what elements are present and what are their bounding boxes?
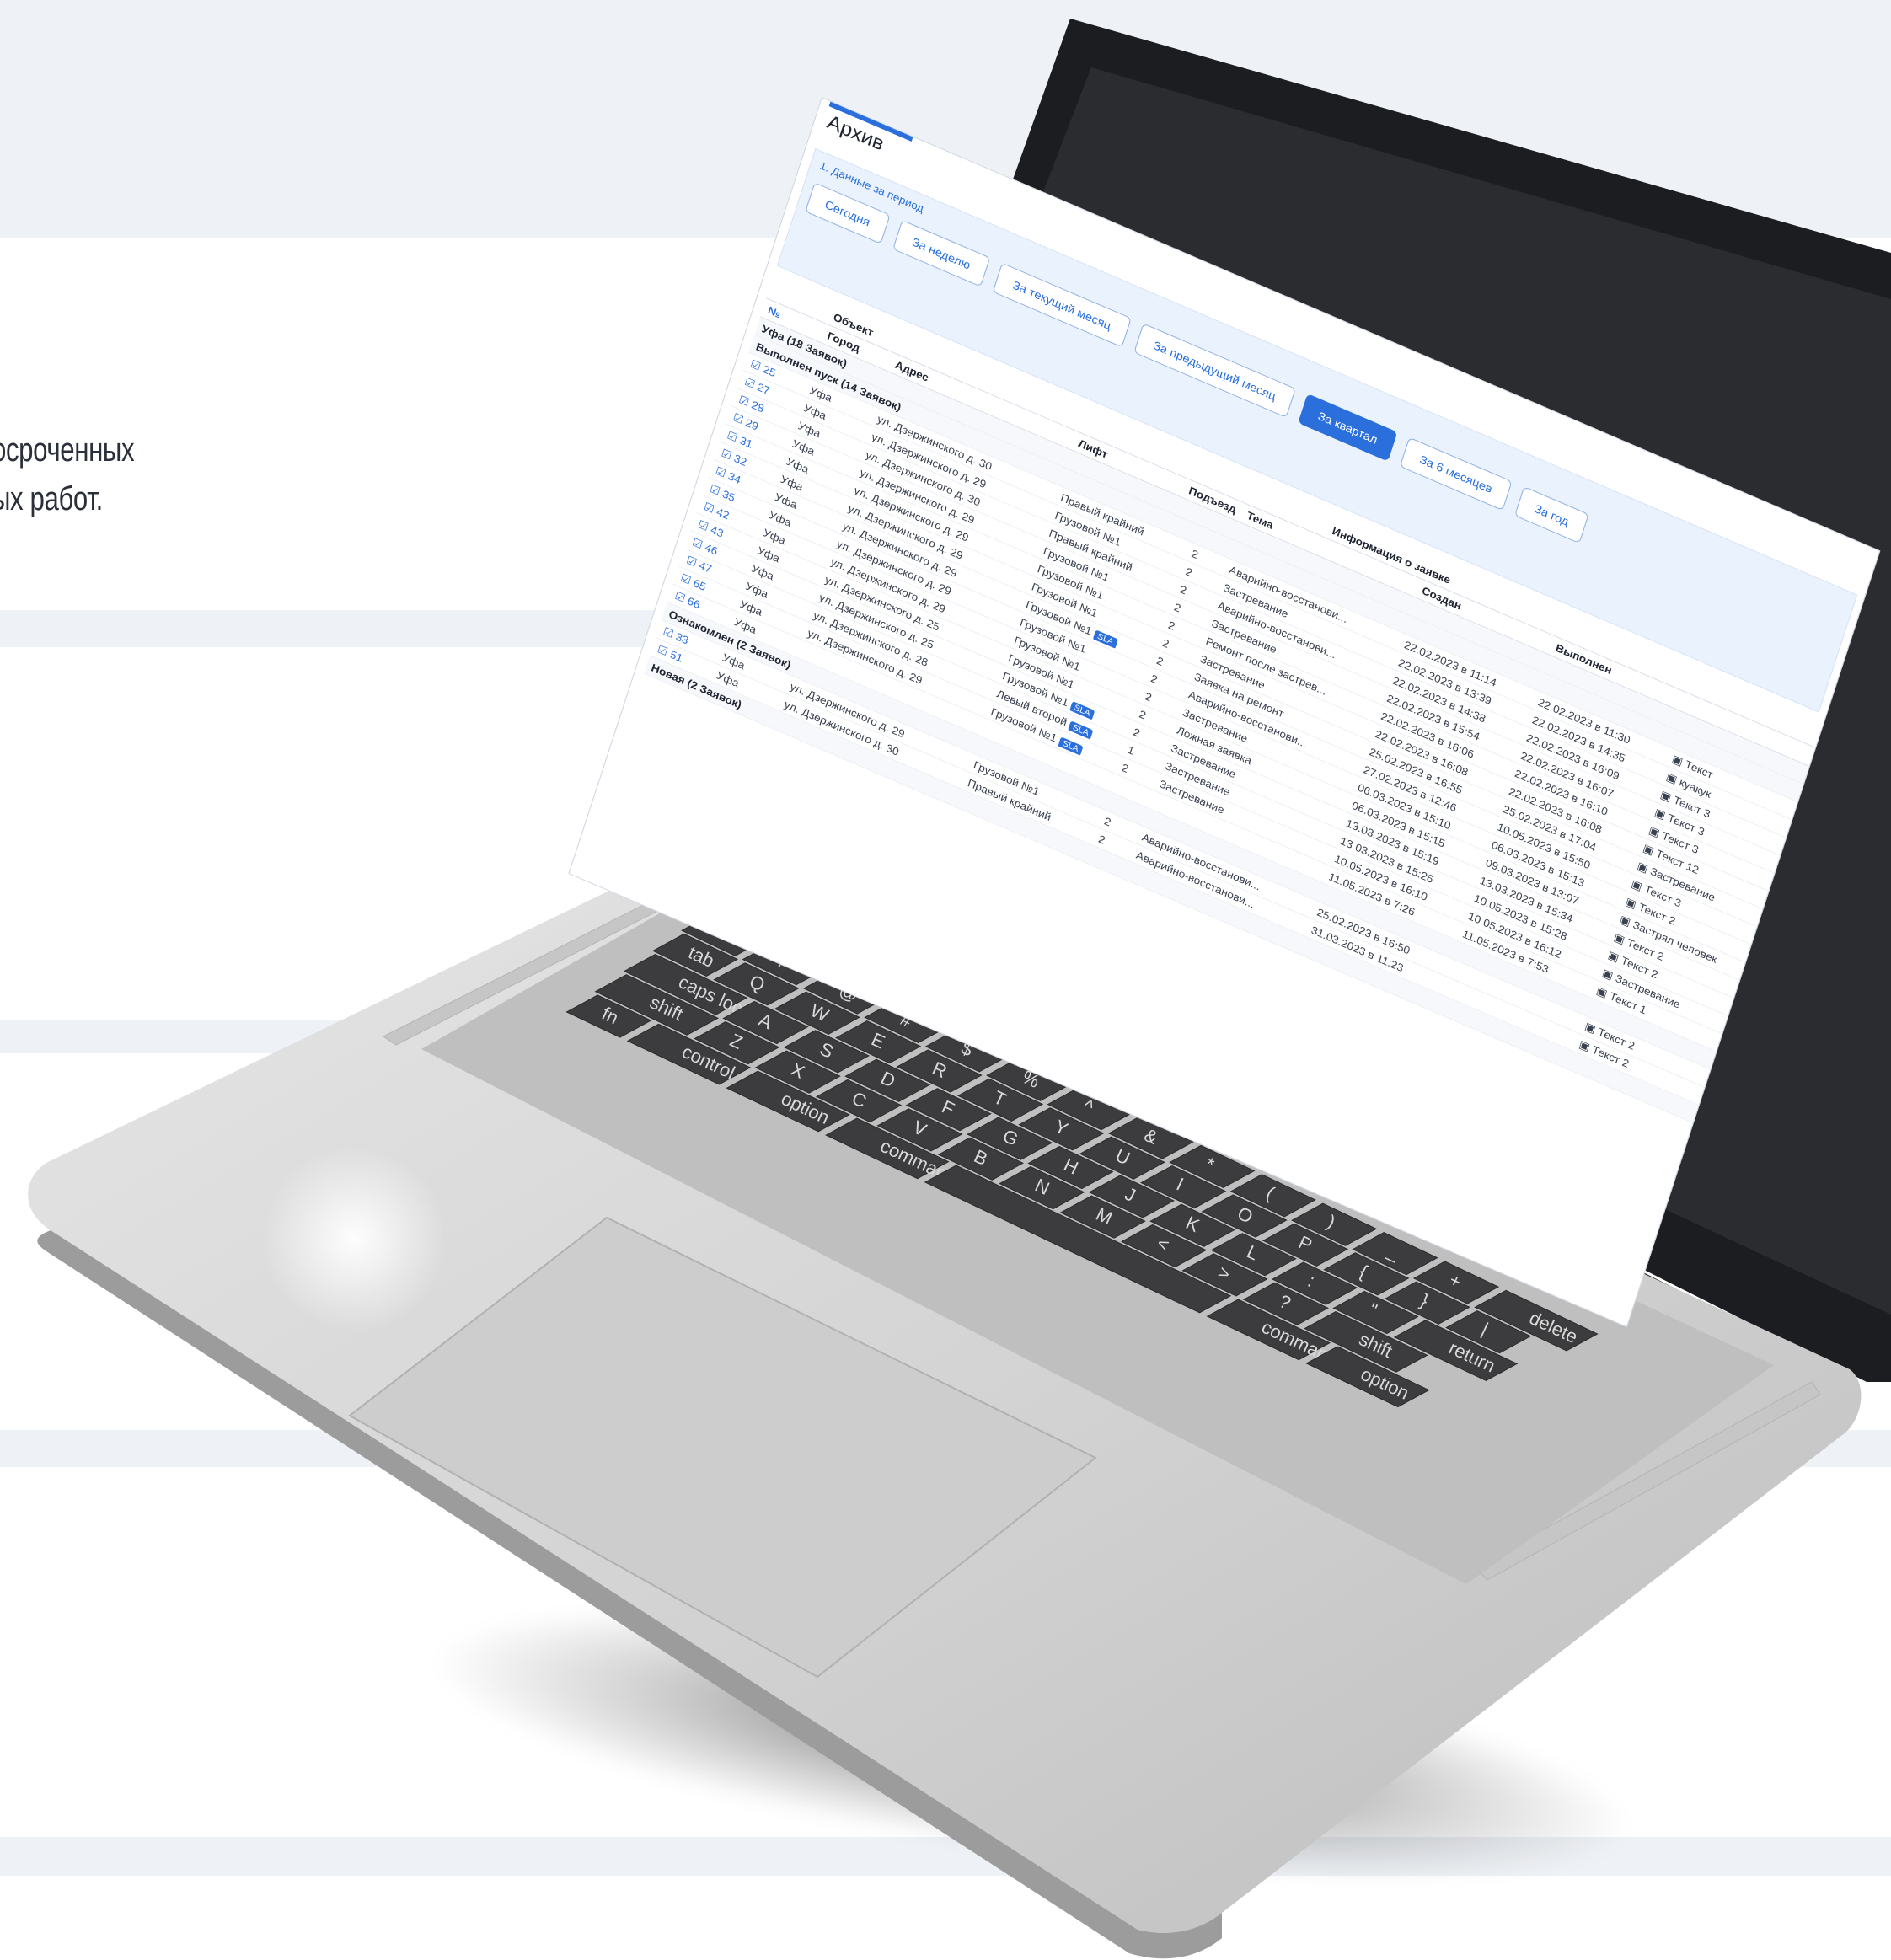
period-button-1[interactable]: За неделю bbox=[892, 219, 991, 287]
period-button-2[interactable]: За текущий месяц bbox=[992, 262, 1132, 348]
period-button-6[interactable]: За год bbox=[1514, 486, 1589, 544]
period-button-3[interactable]: За предыдущий месяц bbox=[1133, 323, 1297, 419]
period-button-4[interactable]: За квартал bbox=[1298, 394, 1398, 462]
period-button-5[interactable]: За 6 месяцев bbox=[1399, 436, 1513, 511]
deck-highlight bbox=[261, 1146, 447, 1331]
